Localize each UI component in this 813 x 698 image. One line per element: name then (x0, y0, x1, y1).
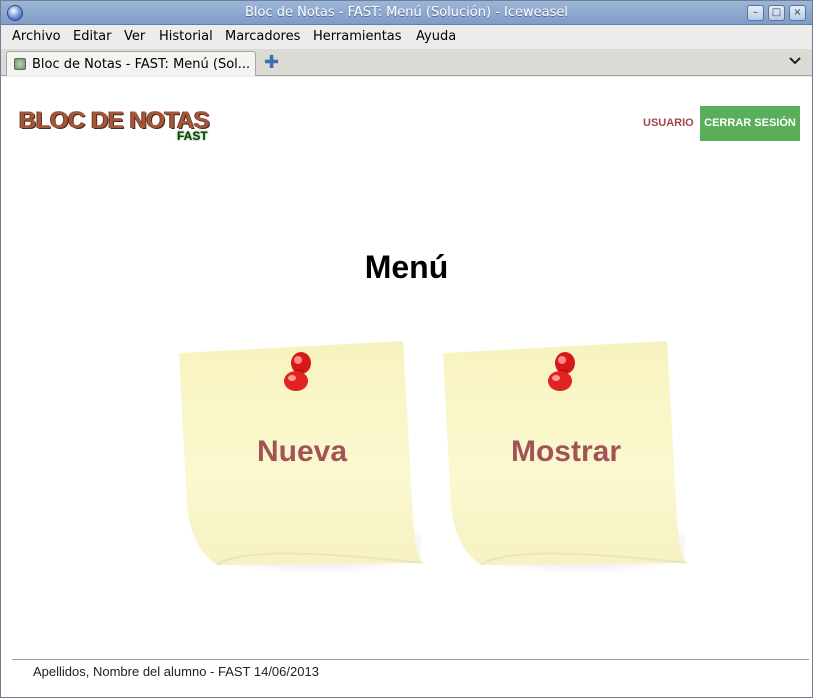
logout-button[interactable]: CERRAR SESIÓN (700, 106, 800, 141)
window-title: Bloc de Notas - FAST: Menú (Solución) - … (245, 5, 568, 20)
page-content: BLOC DE NOTAS FAST USUARIO CERRAR SESIÓN… (1, 77, 812, 697)
maximize-button[interactable]: □ (768, 5, 785, 21)
menu-historial[interactable]: Historial (159, 29, 213, 44)
note-label-nueva[interactable]: Nueva (177, 435, 427, 469)
menu-ver[interactable]: Ver (124, 29, 145, 44)
note-card-mostrar[interactable]: Mostrar (441, 339, 691, 594)
pushpin-icon (284, 352, 311, 391)
close-button[interactable]: × (789, 5, 806, 21)
menu-archivo[interactable]: Archivo (12, 29, 61, 44)
logo-subtitle: FAST (177, 129, 208, 143)
tab-active[interactable]: Bloc de Notas - FAST: Menú (Sol... (6, 51, 256, 76)
menu-herramientas[interactable]: Herramientas (313, 29, 402, 44)
new-tab-icon[interactable]: ✚ (264, 52, 279, 73)
tab-label: Bloc de Notas - FAST: Menú (Sol... (32, 57, 251, 72)
title-bar[interactable]: Bloc de Notas - FAST: Menú (Solución) - … (1, 1, 812, 25)
pushpin-icon (548, 352, 575, 391)
menu-marcadores[interactable]: Marcadores (225, 29, 300, 44)
user-link[interactable]: USUARIO (643, 117, 694, 129)
minimize-button[interactable]: – (747, 5, 764, 21)
note-card-nueva[interactable]: Nueva (177, 339, 427, 594)
note-label-mostrar[interactable]: Mostrar (441, 435, 691, 469)
site-logo[interactable]: BLOC DE NOTAS FAST (19, 107, 210, 143)
menu-editar[interactable]: Editar (73, 29, 112, 44)
page-favicon-icon (14, 58, 26, 70)
tab-list-chevron-icon[interactable] (789, 54, 801, 68)
menu-bar: Archivo Editar Ver Historial Marcadores … (1, 26, 812, 49)
tab-bar: Bloc de Notas - FAST: Menú (Sol... ✚ (1, 49, 812, 76)
page-title: Menú (364, 249, 449, 285)
footer-divider (12, 659, 809, 660)
menu-ayuda[interactable]: Ayuda (416, 29, 456, 44)
footer-text: Apellidos, Nombre del alumno - FAST 14/0… (33, 664, 319, 679)
browser-window: Bloc de Notas - FAST: Menú (Solución) - … (0, 0, 813, 698)
